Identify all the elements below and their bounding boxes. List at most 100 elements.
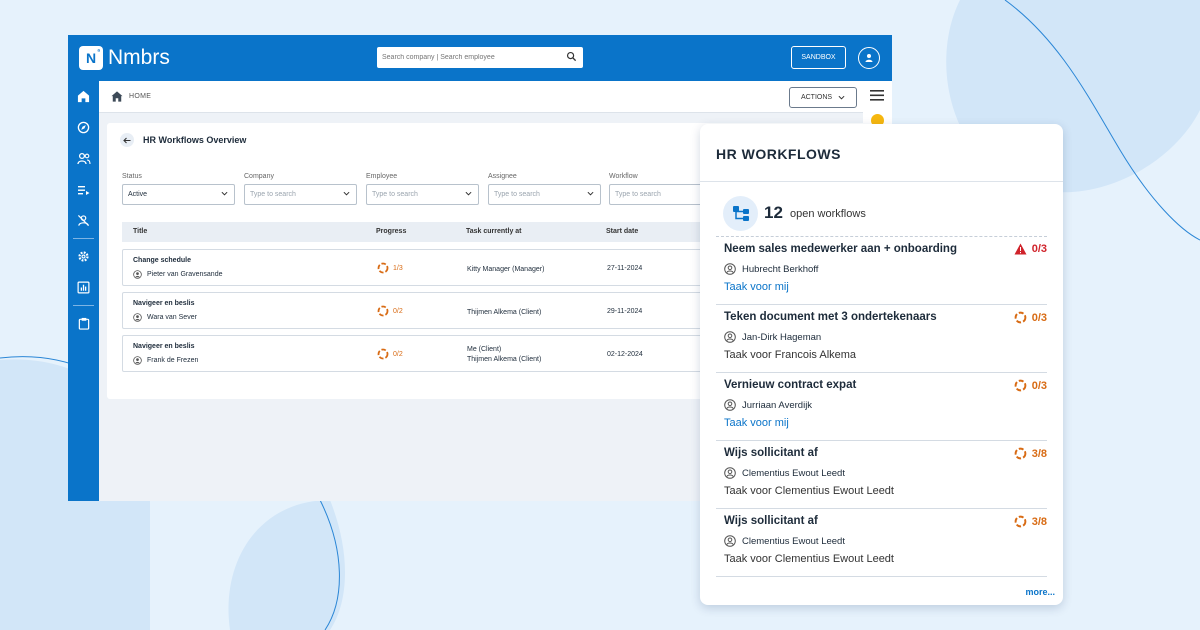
- table-row[interactable]: Navigeer en beslis Frank de Frezen 0/2 M…: [122, 335, 722, 372]
- progress-ring-icon: [1014, 515, 1027, 528]
- user-icon: [865, 54, 873, 62]
- more-link[interactable]: more...: [1025, 587, 1055, 597]
- global-search[interactable]: [377, 47, 583, 68]
- user-off-icon: [77, 214, 90, 227]
- workflow-name: Neem sales medewerker aan + onboarding: [724, 243, 957, 255]
- company-search[interactable]: Type to search: [244, 184, 357, 205]
- row-task: Thijmen Alkema (Client): [467, 308, 541, 318]
- filter-label: Status: [122, 173, 142, 180]
- filter-placeholder: Type to search: [615, 191, 661, 198]
- row-start-date: 27-11-2024: [607, 265, 643, 272]
- sidebar-item-reports[interactable]: [68, 272, 99, 303]
- table-row[interactable]: Navigeer en beslis Wara van Sever 0/2 Th…: [122, 292, 722, 329]
- column-header-start-date[interactable]: Start date: [606, 228, 638, 235]
- assignment-text: Taak voor Clementius Ewout Leedt: [724, 553, 894, 565]
- workflow-name: Vernieuw contract expat: [724, 379, 857, 391]
- user-account-button[interactable]: [858, 47, 880, 69]
- column-header-progress[interactable]: Progress: [376, 228, 406, 235]
- person-icon: [724, 331, 736, 343]
- search-icon[interactable]: [566, 51, 577, 62]
- workflow-status: 0/3: [1014, 311, 1047, 324]
- filter-employee: Employee Type to search: [366, 173, 479, 205]
- assignment-link[interactable]: Taak voor mij: [724, 281, 789, 293]
- sidebar-item-home[interactable]: [68, 81, 99, 112]
- table-row[interactable]: Change schedule Pieter van Gravensande 1…: [122, 249, 722, 286]
- workflow-person: Jurriaan Averdijk: [724, 399, 812, 411]
- menu-icon[interactable]: [870, 90, 884, 101]
- actions-label: ACTIONS: [800, 94, 833, 101]
- sidebar-item-explore[interactable]: [68, 112, 99, 143]
- status-value: 0/3: [1031, 379, 1047, 392]
- workflow-status: 0/3: [1014, 243, 1047, 255]
- hr-workflows-panel: HR WORKFLOWS 12 open workflows Neem sale…: [700, 124, 1063, 605]
- workflow-item[interactable]: Wijs sollicitant af Clementius Ewout Lee…: [716, 509, 1047, 577]
- breadcrumb[interactable]: HOME: [129, 93, 151, 100]
- task-assignee: Thijmen Alkema (Client): [467, 356, 542, 363]
- workflow-item[interactable]: Vernieuw contract expat Jurriaan Averdij…: [716, 373, 1047, 441]
- filter-assignee: Assignee Type to search: [488, 173, 601, 205]
- filter-label: Employee: [366, 173, 398, 180]
- sandbox-button[interactable]: SANDBOX: [791, 46, 846, 69]
- person-name: Jan-Dirk Hageman: [742, 331, 822, 343]
- page-title: HR Workflows Overview: [143, 135, 247, 145]
- progress-ring-icon: [1014, 379, 1027, 392]
- arrow-left-icon: [123, 137, 131, 143]
- row-progress: 0/2: [377, 348, 403, 360]
- progress-ring-icon: [1014, 447, 1027, 460]
- assignment-link[interactable]: Taak voor mij: [724, 417, 789, 429]
- status-value: 0/3: [1031, 243, 1047, 255]
- search-input[interactable]: [382, 54, 562, 61]
- chevron-down-icon: [587, 191, 594, 196]
- sidebar-item-workflows[interactable]: [68, 174, 99, 205]
- app-name: Nmbrs: [108, 46, 170, 69]
- filter-value: Active: [128, 191, 148, 198]
- person-icon: [724, 467, 736, 479]
- panel-divider: [700, 181, 1063, 182]
- column-header-task[interactable]: Task currently at: [466, 228, 522, 235]
- logo-mark: Nª: [79, 46, 103, 70]
- workflow-name: Wijs sollicitant af: [724, 447, 818, 459]
- task-assignee: Thijmen Alkema (Client): [467, 309, 542, 316]
- workflow-status: 0/3: [1014, 379, 1047, 392]
- back-button[interactable]: [120, 133, 134, 147]
- status-select[interactable]: Active: [122, 184, 235, 205]
- sidebar-divider: [73, 238, 94, 239]
- workflow-item[interactable]: Neem sales medewerker aan + onboarding H…: [716, 237, 1047, 305]
- row-title: Change schedule: [133, 257, 191, 264]
- open-workflows-count: 12: [764, 203, 783, 222]
- filter-placeholder: Type to search: [494, 191, 540, 198]
- row-task: Me (Client) Thijmen Alkema (Client): [467, 345, 541, 365]
- top-bar: Nª Nmbrs SANDBOX: [68, 35, 892, 81]
- progress-value: 0/2: [393, 350, 403, 358]
- users-icon: [76, 152, 91, 165]
- column-header-title[interactable]: Title: [133, 228, 147, 235]
- workflow-item[interactable]: Wijs sollicitant af Clementius Ewout Lee…: [716, 441, 1047, 509]
- workflow-status: 3/8: [1014, 447, 1047, 460]
- workflow-person: Jan-Dirk Hageman: [724, 331, 821, 343]
- workflow-item[interactable]: Teken document met 3 ondertekenaars Jan-…: [716, 305, 1047, 373]
- chevron-down-icon: [838, 95, 845, 100]
- sidebar-item-settings[interactable]: [68, 241, 99, 272]
- sidebar-item-employees[interactable]: [68, 143, 99, 174]
- row-task: Kitty Manager (Manager): [467, 265, 544, 275]
- assignment-text: Taak voor Francois Alkema: [724, 349, 857, 361]
- actions-dropdown[interactable]: ACTIONS: [789, 87, 857, 108]
- status-value: 3/8: [1031, 447, 1047, 460]
- progress-ring-icon: [377, 305, 389, 317]
- home-icon[interactable]: [111, 91, 123, 102]
- person-name: Clementius Ewout Leedt: [742, 467, 845, 479]
- nmbrs-logo[interactable]: Nª Nmbrs: [79, 46, 170, 70]
- sidebar-item-tasks[interactable]: [68, 308, 99, 339]
- progress-value: 0/2: [393, 307, 403, 315]
- task-assignee: Kitty Manager (Manager): [467, 266, 545, 273]
- warning-icon: [1014, 243, 1027, 255]
- row-person: Pieter van Gravensande: [133, 270, 223, 279]
- sidebar-item-absence[interactable]: [68, 205, 99, 236]
- row-person: Wara van Sever: [133, 313, 197, 322]
- person-icon: [724, 263, 736, 275]
- employee-search[interactable]: Type to search: [366, 184, 479, 205]
- workflow-name: Teken document met 3 ondertekenaars: [724, 311, 937, 323]
- person-icon: [133, 356, 142, 365]
- list-play-icon: [78, 185, 90, 195]
- assignee-search[interactable]: Type to search: [488, 184, 601, 205]
